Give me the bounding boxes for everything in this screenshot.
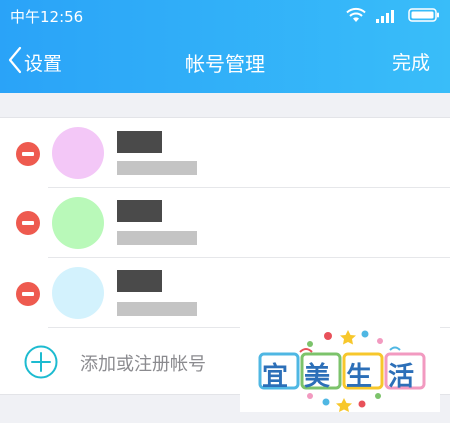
account-name-redacted (117, 270, 162, 292)
watermark-text: 宜美生活 (262, 362, 431, 392)
account-row[interactable] (0, 118, 450, 188)
avatar (52, 127, 104, 179)
account-row[interactable] (0, 258, 450, 328)
account-name-redacted (117, 131, 162, 153)
status-icons (346, 7, 440, 27)
delete-account-button[interactable] (16, 142, 40, 166)
watermark-logo: 宜美生活 (240, 326, 440, 412)
delete-account-button[interactable] (16, 211, 40, 235)
plus-circle-icon (24, 345, 58, 383)
status-time: 中午12:56 (10, 8, 84, 26)
battery-icon (408, 7, 440, 27)
account-id-redacted (117, 302, 197, 316)
account-id-redacted (117, 161, 197, 175)
delete-account-button[interactable] (16, 282, 40, 306)
wifi-icon (346, 7, 366, 27)
account-row[interactable] (0, 188, 450, 258)
account-id-redacted (117, 231, 197, 245)
header: 中午12:56 设置 帐号管理 完成 (0, 0, 450, 93)
status-bar: 中午12:56 (0, 0, 450, 30)
signal-icon (376, 7, 398, 27)
avatar (52, 267, 104, 319)
done-button[interactable]: 完成 (392, 48, 430, 75)
avatar (52, 197, 104, 249)
page-title: 帐号管理 (185, 52, 265, 76)
account-name-redacted (117, 200, 162, 222)
nav-bar: 设置 帐号管理 完成 (0, 40, 450, 82)
add-account-label: 添加或注册帐号 (80, 354, 206, 375)
